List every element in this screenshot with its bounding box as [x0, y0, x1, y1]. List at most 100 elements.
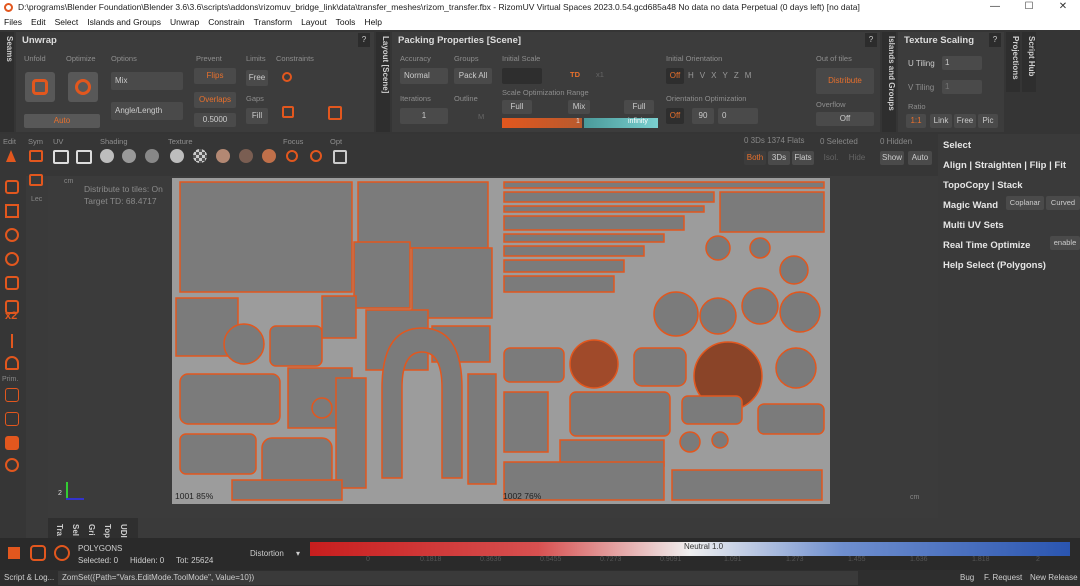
- menu-tools[interactable]: Tools: [336, 17, 356, 27]
- seams-tab[interactable]: Seams: [0, 32, 14, 132]
- uv-island[interactable]: [681, 395, 743, 425]
- mirror-icon[interactable]: [29, 174, 43, 186]
- tab-udim[interactable]: UDI: [114, 520, 128, 540]
- texture-alt-icon[interactable]: [239, 149, 253, 163]
- close-button[interactable]: ✕: [1048, 0, 1078, 14]
- command-line[interactable]: ZomSet({Path="Vars.EditMode.ToolMode", V…: [58, 571, 858, 585]
- uv-island[interactable]: [757, 403, 825, 435]
- prim-cube-icon[interactable]: [5, 436, 19, 450]
- uv-island[interactable]: [741, 287, 779, 325]
- ratio-link-button[interactable]: Link: [930, 114, 952, 128]
- edge-select-icon[interactable]: [5, 204, 19, 218]
- uv-island[interactable]: [503, 275, 615, 293]
- enable-realtime-button[interactable]: enable: [1050, 236, 1080, 250]
- align-section[interactable]: Align | Straighten | Flip | Fit: [943, 160, 1066, 171]
- scale-range-min-slider[interactable]: [502, 118, 582, 128]
- uv-island[interactable]: [671, 469, 823, 501]
- uv-island[interactable]: [503, 259, 625, 273]
- uv-viewport[interactable]: cm Distribute to tiles: On Target TD: 68…: [48, 176, 938, 518]
- uv-island[interactable]: [223, 323, 265, 365]
- uv-island[interactable]: [179, 433, 257, 475]
- uv-island[interactable]: [231, 479, 343, 501]
- menu-constrain[interactable]: Constrain: [208, 17, 244, 27]
- scale-full2-select[interactable]: Full: [624, 100, 654, 114]
- uv-tile-1001[interactable]: [172, 178, 500, 504]
- scale-x2-button[interactable]: x2: [5, 310, 17, 322]
- ratio-free-button[interactable]: Free: [954, 114, 976, 128]
- pin-icon[interactable]: [282, 72, 292, 82]
- pack-all-button[interactable]: Pack All: [454, 68, 492, 84]
- uv-island[interactable]: [179, 373, 281, 425]
- uv-island[interactable]: [357, 181, 489, 249]
- show-button[interactable]: Show: [880, 151, 904, 165]
- uv-view-icon[interactable]: [53, 150, 69, 164]
- select-cursor-icon[interactable]: [6, 150, 16, 162]
- realtime-optimize-section[interactable]: Real Time Optimize: [943, 240, 1030, 251]
- uv-tile-1002[interactable]: [500, 178, 830, 504]
- v-tiling-field[interactable]: 1: [942, 80, 982, 94]
- prim-sphere-icon[interactable]: [5, 458, 19, 472]
- island-select-icon[interactable]: [5, 228, 19, 242]
- view-3ds-button[interactable]: 3Ds: [768, 151, 790, 165]
- scale-mix-select[interactable]: Mix: [568, 100, 590, 114]
- gaps-fill-button[interactable]: Fill: [246, 108, 268, 124]
- unwrap-help-button[interactable]: ?: [358, 33, 370, 47]
- topocopy-section[interactable]: TopoCopy | Stack: [943, 180, 1023, 191]
- prevent-value-field[interactable]: 0.5000: [194, 113, 236, 127]
- symmetry-icon[interactable]: [29, 150, 43, 162]
- layout-scene-tab[interactable]: Layout [Scene]: [376, 32, 390, 132]
- orientation-value-field[interactable]: 0: [718, 108, 758, 124]
- shading-flat-icon[interactable]: [100, 149, 114, 163]
- minimize-button[interactable]: —: [980, 0, 1010, 14]
- u-tiling-field[interactable]: 1: [942, 56, 982, 70]
- uv-island[interactable]: [653, 291, 699, 337]
- uv-island[interactable]: [269, 325, 323, 367]
- uv-island[interactable]: [179, 181, 353, 293]
- prim-plane-icon[interactable]: [5, 388, 19, 402]
- tab-topology[interactable]: Top: [98, 520, 112, 540]
- texture-map-icon[interactable]: [262, 149, 276, 163]
- focus-all-icon[interactable]: [286, 150, 298, 162]
- uv-island[interactable]: [633, 347, 687, 387]
- uv-island[interactable]: [705, 235, 731, 261]
- unpin-icon[interactable]: [282, 106, 294, 118]
- coplanar-button[interactable]: Coplanar: [1006, 196, 1044, 210]
- projections-tab[interactable]: Projections: [1006, 32, 1020, 92]
- bug-report-button[interactable]: Bug: [960, 573, 974, 582]
- orientation-off-button[interactable]: Off: [666, 68, 684, 84]
- maximize-button[interactable]: ☐: [1014, 0, 1044, 14]
- ratio-pic-button[interactable]: Pic: [978, 114, 998, 128]
- menu-help[interactable]: Help: [364, 17, 381, 27]
- menu-select[interactable]: Select: [55, 17, 79, 27]
- uv-island[interactable]: [467, 373, 497, 485]
- uv-island[interactable]: [699, 297, 737, 335]
- multi-uv-sets-section[interactable]: Multi UV Sets: [943, 220, 1004, 231]
- angle-length-select[interactable]: Angle/Length: [111, 102, 183, 120]
- menu-files[interactable]: Files: [4, 17, 22, 27]
- orientation-axes[interactable]: HVXYZM: [688, 71, 757, 80]
- overlaps-toggle[interactable]: Overlaps: [194, 92, 236, 108]
- select-section[interactable]: Select: [943, 140, 971, 151]
- uv-island[interactable]: [411, 247, 493, 319]
- unfold-button[interactable]: [25, 72, 55, 102]
- shading-smooth-icon[interactable]: [122, 149, 136, 163]
- script-hub-tab[interactable]: Script Hub: [1022, 32, 1036, 92]
- isolate-button[interactable]: Isol.: [820, 151, 842, 165]
- menu-edit[interactable]: Edit: [31, 17, 46, 27]
- distribute-button[interactable]: Distribute: [816, 68, 874, 94]
- hide-button[interactable]: Hide: [846, 151, 868, 165]
- menu-unwrap[interactable]: Unwrap: [170, 17, 199, 27]
- uv-island[interactable]: [779, 291, 821, 333]
- uv-island[interactable]: [503, 347, 565, 383]
- accuracy-select[interactable]: Normal: [400, 68, 448, 84]
- tab-select[interactable]: Sel: [66, 520, 80, 540]
- uv-island[interactable]: [503, 215, 685, 231]
- view-both-button[interactable]: Both: [744, 151, 766, 165]
- orientation-degrees-field[interactable]: 90: [692, 108, 714, 124]
- uv-island[interactable]: [711, 431, 729, 449]
- uv-island[interactable]: [569, 391, 671, 437]
- uv-island[interactable]: [503, 233, 665, 243]
- shield-icon[interactable]: [5, 356, 19, 370]
- initial-scale-x-toggle[interactable]: [502, 68, 542, 84]
- help-select-section[interactable]: Help Select (Polygons): [943, 260, 1046, 271]
